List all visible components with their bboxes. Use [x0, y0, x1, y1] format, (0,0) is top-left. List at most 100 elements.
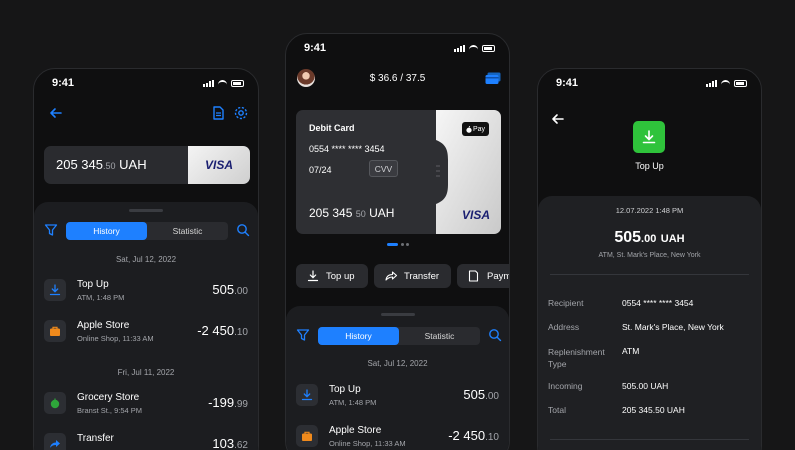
filter-button[interactable]: [44, 223, 58, 237]
search-button[interactable]: [488, 328, 502, 342]
status-bar: 9:41: [34, 69, 258, 97]
history-sheet: History Statistic Sat, Jul 12, 2022 Top …: [286, 306, 509, 450]
payment-button[interactable]: Paym: [457, 264, 509, 288]
transaction-amount: -199.99: [208, 395, 248, 410]
status-time: 9:41: [556, 77, 579, 89]
battery-icon: [734, 79, 747, 87]
visa-card-edge: VISA: [188, 146, 250, 184]
card-balance-strip[interactable]: 205 345.50 UAH VISA: [44, 146, 250, 184]
wifi-icon: [218, 79, 227, 87]
tab-history[interactable]: History: [318, 327, 399, 345]
date-header: Sat, Jul 12, 2022: [115, 255, 177, 264]
tab-statistic[interactable]: Statistic: [399, 327, 480, 345]
filter-icon: [296, 329, 310, 341]
status-icons: [706, 79, 747, 87]
status-time: 9:41: [52, 77, 75, 89]
transaction-row[interactable]: Apple Store Online Shop, 11:33 AM -2 450…: [44, 317, 248, 347]
status-bar: 9:41: [286, 34, 509, 62]
card-balance: 205 345 50 UAH: [309, 206, 395, 220]
filter-button[interactable]: [296, 328, 310, 342]
battery-icon: [231, 79, 244, 87]
transaction-name: Top Up: [329, 384, 361, 395]
arrow-left-icon: [50, 108, 62, 118]
transaction-subtitle: ATM, 1:48 PM: [77, 293, 125, 302]
transaction-row[interactable]: Transfer 103.62: [44, 430, 248, 450]
download-icon: [307, 270, 319, 282]
transaction-amount: 103.62: [212, 436, 248, 450]
transaction-name: Apple Store: [329, 425, 382, 436]
transaction-amount: 505.00 UAH: [614, 229, 685, 246]
transaction-datetime: 12.07.2022 1:48 PM: [615, 206, 684, 215]
transaction-location: ATM, St. Mark's Place, New York: [598, 252, 701, 259]
status-time: 9:41: [304, 42, 327, 54]
detail-label: Incoming: [548, 381, 583, 391]
transaction-title: Top Up: [635, 161, 664, 171]
status-bar: 9:41: [538, 69, 761, 97]
settings-button[interactable]: [233, 105, 249, 121]
detail-value: ATM: [622, 346, 640, 356]
sheet-handle[interactable]: [380, 313, 415, 316]
document-icon: [468, 270, 479, 282]
detail-value: St. Mark's Place, New York: [622, 322, 724, 332]
top-up-button[interactable]: Top up: [296, 264, 368, 288]
arrow-left-icon: [552, 114, 564, 124]
status-icons: [454, 44, 495, 52]
history-sheet: History Statistic Sat, Jul 12, 2022 Top …: [34, 202, 258, 450]
detail-value: 505.00 UAH: [622, 381, 669, 391]
share-icon: [385, 271, 398, 281]
transaction-amount: -2 450.10: [448, 428, 499, 443]
header-balance: $ 36.6 / 37.5: [369, 73, 426, 84]
card-number: 0554 **** **** 3454: [309, 144, 385, 154]
bag-icon: [44, 320, 66, 342]
card-balance: 205 345.50 UAH: [56, 157, 147, 172]
signal-icon: [706, 79, 717, 87]
back-button[interactable]: [550, 111, 566, 127]
sheet-handle[interactable]: [129, 209, 163, 212]
detail-value: 205 345.50 UAH: [622, 405, 685, 415]
download-icon: [44, 279, 66, 301]
signal-icon: [454, 44, 465, 52]
detail-value: 0554 **** **** 3454: [622, 298, 694, 308]
date-header: Fri, Jul 11, 2022: [117, 368, 175, 377]
share-icon: [44, 433, 66, 450]
back-button[interactable]: [48, 105, 64, 121]
transaction-amount: 505.00: [463, 387, 499, 402]
transaction-row[interactable]: Top Up ATM, 1:48 PM 505.00: [44, 276, 248, 306]
transaction-amount: -2 450.10: [197, 323, 248, 338]
transaction-row[interactable]: Top Up ATM, 1:48 PM 505.00: [296, 381, 499, 411]
transaction-amount: 505.00: [212, 282, 248, 297]
transaction-row[interactable]: Apple Store Online Shop, 11:33 AM -2 450…: [296, 422, 499, 450]
bag-icon: [296, 425, 318, 447]
transaction-subtitle: Online Shop, 11:33 AM: [329, 439, 406, 448]
apple-logo-icon: [466, 125, 472, 133]
detail-sheet: 12.07.2022 1:48 PM 505.00 UAH ATM, St. M…: [538, 196, 761, 450]
date-header: Sat, Jul 12, 2022: [367, 359, 428, 368]
document-button[interactable]: [210, 105, 226, 121]
transfer-button[interactable]: Transfer: [374, 264, 451, 288]
wifi-icon: [469, 44, 478, 52]
cards-button[interactable]: [485, 72, 501, 85]
card-title: Debit Card: [309, 123, 355, 133]
transaction-row[interactable]: Grocery Store Branst St., 9:54 PM -199.9…: [44, 389, 248, 419]
transaction-subtitle: Branst St., 9:54 PM: [77, 406, 143, 415]
divider: [550, 439, 749, 440]
tab-statistic[interactable]: Statistic: [147, 222, 228, 240]
divider: [550, 274, 749, 275]
transaction-subtitle: ATM, 1:48 PM: [329, 398, 377, 407]
transaction-name: Transfer: [77, 433, 114, 444]
visa-logo: VISA: [205, 158, 234, 172]
battery-icon: [482, 44, 495, 52]
debit-card[interactable]: Debit Card 0554 **** **** 3454 07/24 CVV…: [296, 110, 501, 234]
cvv-field[interactable]: CVV: [369, 160, 398, 177]
card-screen: 9:41 $ 36.6 / 37.5 Debit Card 0554 **** …: [285, 33, 510, 450]
transaction-subtitle: Online Shop, 11:33 AM: [77, 334, 154, 343]
download-icon: [642, 130, 656, 144]
visa-logo: VISA: [462, 208, 491, 222]
tab-history[interactable]: History: [66, 222, 147, 240]
card-page-indicator[interactable]: [387, 243, 411, 247]
filter-icon: [44, 224, 58, 236]
history-screen: 9:41 205 345.50 UAH VISA History Statist…: [33, 68, 259, 450]
transaction-name: Top Up: [77, 279, 109, 290]
search-button[interactable]: [236, 223, 250, 237]
history-statistic-toggle: History Statistic: [318, 327, 480, 345]
